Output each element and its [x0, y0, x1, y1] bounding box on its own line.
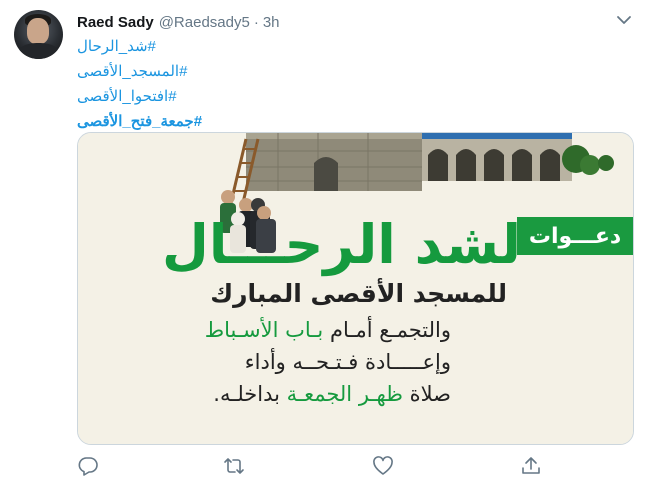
hashtag-link[interactable]: #جمعة_فتح_الأقصى [77, 109, 277, 134]
retweet-icon[interactable] [223, 455, 245, 477]
author-handle[interactable]: @Raedsady5 [159, 14, 250, 31]
badge-label: دعـــوات [517, 217, 633, 255]
like-icon[interactable] [372, 455, 394, 477]
image-subtitle: للمسجد الأقصى المبارك [210, 279, 507, 308]
hashtag-link[interactable]: #شد_الرحال [77, 34, 277, 59]
tweet-header: Raed Sady @Raedsady5 · 3h [77, 12, 280, 32]
separator-dot: · [253, 13, 259, 31]
avatar-face [27, 18, 49, 44]
reply-icon[interactable] [77, 455, 99, 477]
line1-accent: بـاب الأسـباط [204, 318, 324, 342]
author-name[interactable]: Raed Sady [77, 14, 154, 31]
tweet-text: #شد_الرحال #المسجد_الأقصى #افتحوا_الأقصى… [77, 34, 277, 134]
share-icon[interactable] [520, 455, 542, 477]
avatar-body [18, 43, 59, 59]
line3-post: بداخلـه. [213, 382, 287, 406]
line3-text: صلاة [402, 382, 451, 406]
image-title: لشد الرحـــال [161, 213, 521, 276]
line1-text: والتجمـع أمـام [323, 318, 451, 342]
line3-accent: ظهـر الجمعـة [286, 382, 403, 406]
tweet-actions [77, 455, 632, 477]
chevron-down-icon[interactable] [614, 10, 634, 30]
tweet-time[interactable]: 3h [263, 14, 280, 31]
image-line-1: والتجمـع أمـام بـاب الأسـباط [205, 318, 451, 342]
avatar[interactable] [14, 10, 63, 59]
hashtag-link[interactable]: #المسجد_الأقصى [77, 59, 277, 84]
image-line-2: وإعـــــادة فـتـحــه وأداء [244, 350, 451, 374]
hashtag-link[interactable]: #افتحوا_الأقصى [77, 84, 277, 109]
image-line-3: صلاة ظهـر الجمعـة بداخلـه. [213, 382, 451, 406]
tweet-image[interactable]: دعـــوات لشد الرحـــال للمسجد الأقصى الم… [77, 132, 634, 445]
